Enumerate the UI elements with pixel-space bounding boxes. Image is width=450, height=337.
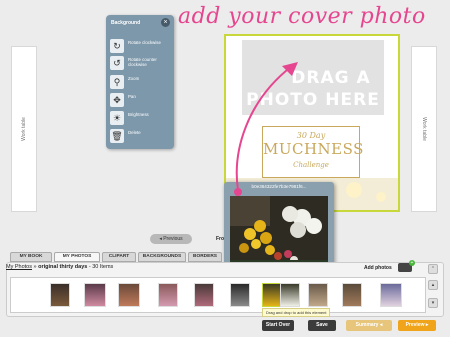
- zoom-icon: ⚲: [110, 75, 124, 89]
- cover-photo-annotation: add your cover photo: [178, 4, 426, 29]
- rotate-clockwise-button[interactable]: ↻ Rotate clockwise: [110, 39, 172, 53]
- pan-label: Pan: [128, 94, 136, 99]
- plus-icon: +: [409, 260, 415, 266]
- zoom-button[interactable]: ⚲ Zoom: [110, 75, 172, 89]
- breadcrumb-album-name: original thirty days: [38, 264, 88, 270]
- pan-button[interactable]: ✥ Pan: [110, 93, 172, 107]
- tab-borders-label: BORDERS: [193, 254, 217, 259]
- collapse-panel-button[interactable]: ⌃: [428, 264, 438, 274]
- thumbnail-tooltip: Drag and drop to add this element: [262, 308, 331, 317]
- trash-icon: 🗑: [110, 129, 124, 143]
- breadcrumb-item-count: - 30 Items: [88, 264, 114, 270]
- pan-icon: ✥: [110, 93, 124, 107]
- dragged-photo-card[interactable]: b0e364322fe7b3e7981f6...: [224, 182, 334, 274]
- cover-title-line1: 30 Day: [296, 131, 326, 140]
- add-photos-label[interactable]: Add photos: [364, 265, 392, 271]
- brightness-icon: ☀: [110, 111, 124, 125]
- scroll-up-button[interactable]: ▴: [428, 280, 438, 290]
- camera-icon[interactable]: +: [398, 260, 415, 272]
- photo-thumbnail[interactable]: [308, 283, 328, 307]
- photo-thumbnail[interactable]: [84, 283, 106, 307]
- zoom-label: Zoom: [128, 76, 140, 81]
- tab-borders[interactable]: BORDERS: [188, 252, 222, 262]
- scroll-down-button[interactable]: ▾: [428, 298, 438, 308]
- photo-drop-zone[interactable]: DRAG A PHOTO HERE: [242, 40, 384, 115]
- close-icon[interactable]: ×: [161, 18, 170, 27]
- breadcrumb-my-photos-link[interactable]: My Photos: [6, 264, 32, 270]
- rotate-counter-clockwise-label: Rotate counter clockwise: [128, 57, 157, 67]
- tab-my-book-label: MY BOOK: [19, 254, 43, 259]
- tab-clipart[interactable]: CLIPART: [102, 252, 136, 262]
- front-cover-label: Fro: [216, 236, 225, 242]
- rotate-clockwise-icon: ↻: [110, 39, 124, 53]
- summary-button[interactable]: Summary ◂: [346, 320, 392, 331]
- photo-thumbnail[interactable]: [158, 283, 178, 307]
- dragged-photo-image: [230, 196, 328, 268]
- previous-button[interactable]: ◂ Previous: [150, 234, 192, 244]
- save-button[interactable]: Save: [308, 320, 336, 331]
- cover-title-box: 30 Day MUCHNESS Challenge: [262, 126, 364, 178]
- tab-my-book[interactable]: MY BOOK: [10, 252, 52, 262]
- left-work-table-label: Work table: [21, 117, 27, 141]
- photo-thumbnail[interactable]: [230, 283, 250, 307]
- photo-thumbnail[interactable]: [118, 283, 140, 307]
- drop-zone-text-line2: PHOTO HERE: [246, 90, 380, 110]
- brightness-button[interactable]: ☀ Brightness: [110, 111, 172, 125]
- dragged-photo-filename: b0e364322fe7b3e7981f6...: [251, 184, 307, 189]
- tab-my-photos[interactable]: MY PHOTOS: [54, 252, 100, 262]
- background-panel: Background × ↻ Rotate clockwise ↺ Rotate…: [106, 15, 174, 149]
- rotate-counter-clockwise-button[interactable]: ↺ Rotate counter clockwise: [110, 56, 172, 70]
- brightness-label: Brightness: [128, 112, 149, 117]
- tab-my-photos-label: MY PHOTOS: [62, 254, 92, 259]
- tab-clipart-label: CLIPART: [108, 254, 130, 259]
- right-work-table-label: Work table: [421, 117, 427, 141]
- breadcrumb-separator: »: [33, 264, 37, 270]
- photo-thumbnail[interactable]: [280, 283, 300, 307]
- photo-thumbnail-strip: [10, 277, 426, 313]
- photo-thumbnail[interactable]: [380, 283, 402, 307]
- photo-thumbnail[interactable]: [194, 283, 214, 307]
- start-over-button[interactable]: Start Over: [262, 320, 294, 331]
- drop-zone-text-line1: DRAG A: [291, 68, 371, 88]
- photo-thumbnail[interactable]: [50, 283, 70, 307]
- tab-backgrounds-label: BACKGROUNDS: [142, 254, 182, 259]
- rotate-clockwise-label: Rotate clockwise: [128, 40, 161, 45]
- breadcrumb: My Photos » original thirty days - 30 It…: [6, 264, 113, 270]
- delete-button[interactable]: 🗑 Delete: [110, 129, 172, 143]
- cover-title-line2: MUCHNESS: [263, 140, 364, 158]
- rotate-counter-clockwise-icon: ↺: [110, 56, 124, 70]
- preview-button[interactable]: Preview ▸: [398, 320, 436, 331]
- left-work-table[interactable]: Work table: [11, 46, 37, 212]
- right-work-table[interactable]: Work table: [411, 46, 437, 212]
- delete-label: Delete: [128, 130, 141, 135]
- tab-backgrounds[interactable]: BACKGROUNDS: [138, 252, 186, 262]
- background-panel-title: Background: [111, 20, 141, 26]
- photo-thumbnail[interactable]: [262, 283, 282, 307]
- cover-title-line3: Challenge: [293, 161, 329, 169]
- photo-thumbnail[interactable]: [342, 283, 362, 307]
